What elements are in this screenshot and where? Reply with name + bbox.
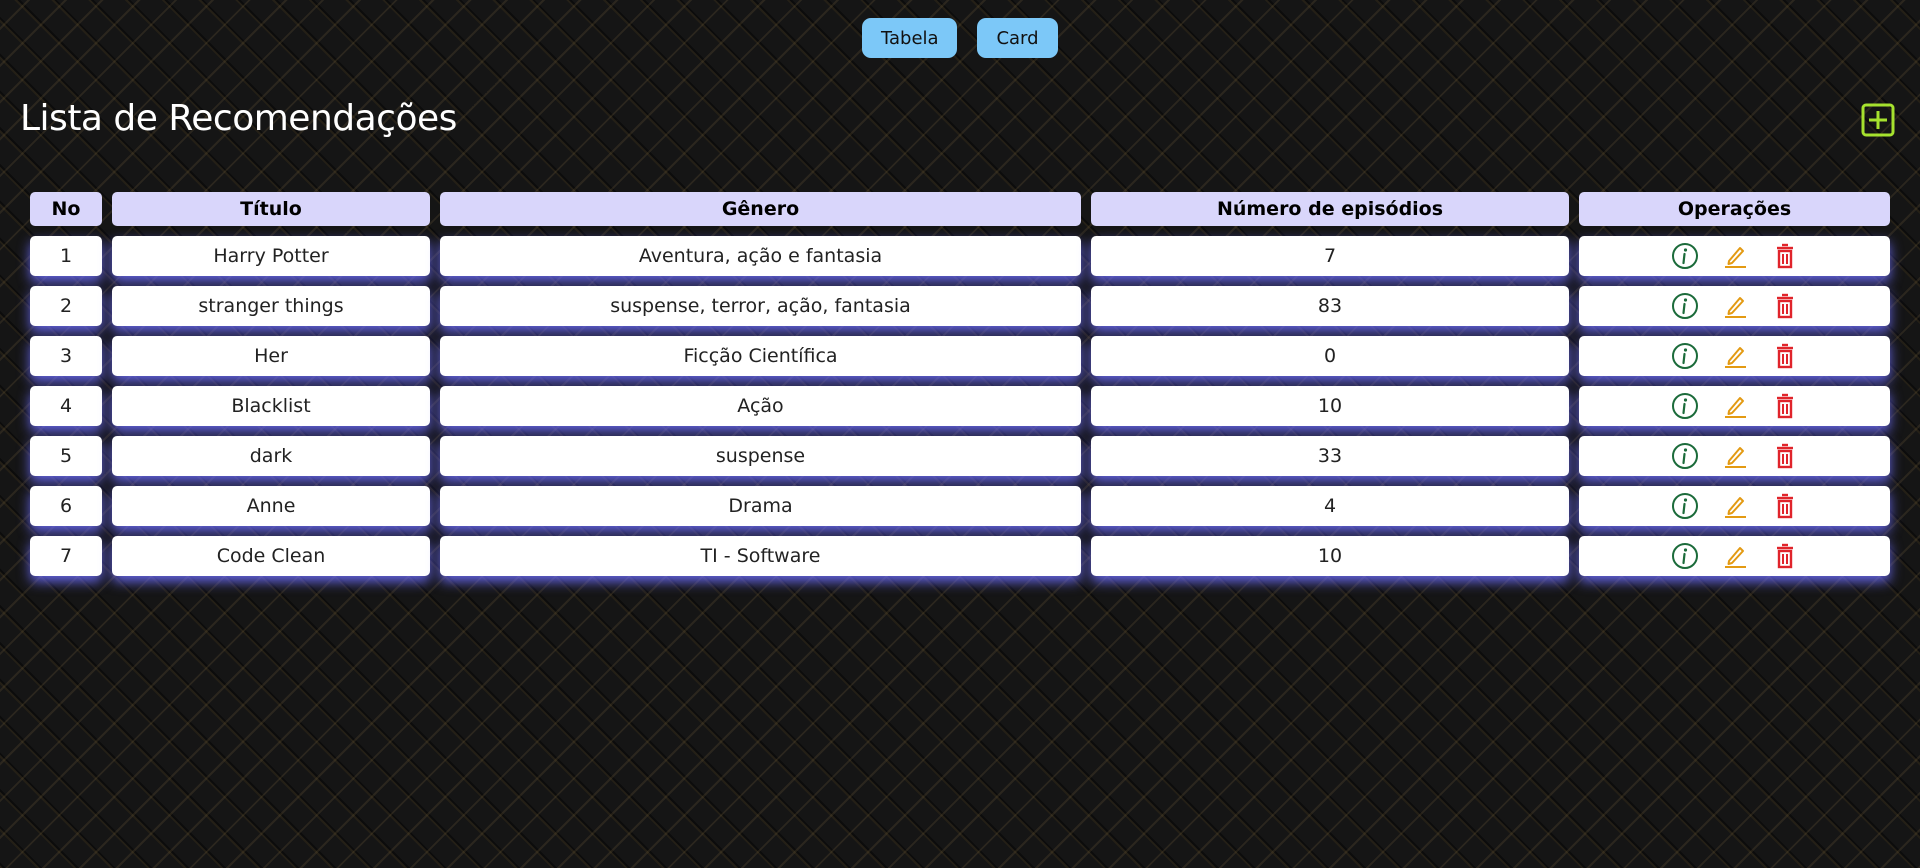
cell-no: 2 [30,286,102,326]
table-row: 7 Code Clean TI - Software 10 [30,536,1890,576]
recommendations-table: No Título Gênero Número de episódios Ope… [30,192,1890,586]
table-row: 4 Blacklist Ação 10 [30,386,1890,426]
table-row: 1 Harry Potter Aventura, ação e fantasia 7 [30,236,1890,276]
cell-genero: suspense [440,436,1081,476]
cell-titulo: Anne [112,486,430,526]
trash-icon[interactable] [1771,342,1799,370]
trash-icon[interactable] [1771,542,1799,570]
plus-square-icon [1861,103,1895,137]
cell-operacoes [1579,486,1890,526]
trash-icon[interactable] [1771,492,1799,520]
info-circle-icon[interactable] [1671,442,1699,470]
cell-genero: suspense, terror, ação, fantasia [440,286,1081,326]
header-no: No [30,192,102,226]
cell-titulo: Blacklist [112,386,430,426]
header-genero: Gênero [440,192,1081,226]
pencil-icon[interactable] [1721,292,1749,320]
table-row: 5 dark suspense 33 [30,436,1890,476]
cell-genero: TI - Software [440,536,1081,576]
cell-operacoes [1579,286,1890,326]
pencil-icon[interactable] [1721,492,1749,520]
info-circle-icon[interactable] [1671,242,1699,270]
cell-no: 6 [30,486,102,526]
trash-icon[interactable] [1771,392,1799,420]
trash-icon[interactable] [1771,442,1799,470]
cell-episodios: 33 [1091,436,1569,476]
header-titulo: Título [112,192,430,226]
cell-titulo: dark [112,436,430,476]
info-circle-icon[interactable] [1671,292,1699,320]
cell-episodios: 0 [1091,336,1569,376]
cell-titulo: Her [112,336,430,376]
cell-operacoes [1579,436,1890,476]
tabela-view-button[interactable]: Tabela [862,18,957,58]
add-recommendation-button[interactable] [1861,103,1895,137]
info-circle-icon[interactable] [1671,492,1699,520]
cell-episodios: 83 [1091,286,1569,326]
cell-operacoes [1579,536,1890,576]
cell-titulo: Code Clean [112,536,430,576]
trash-icon[interactable] [1771,292,1799,320]
cell-operacoes [1579,236,1890,276]
pencil-icon[interactable] [1721,442,1749,470]
pencil-icon[interactable] [1721,242,1749,270]
cell-no: 5 [30,436,102,476]
header-episodios: Número de episódios [1091,192,1569,226]
cell-genero: Drama [440,486,1081,526]
card-view-button[interactable]: Card [977,18,1058,58]
pencil-icon[interactable] [1721,342,1749,370]
cell-operacoes [1579,386,1890,426]
table-body: 1 Harry Potter Aventura, ação e fantasia 7 2… [30,236,1890,576]
table-row: 6 Anne Drama 4 [30,486,1890,526]
table-row: 3 Her Ficção Científica 0 [30,336,1890,376]
info-circle-icon[interactable] [1671,542,1699,570]
cell-episodios: 4 [1091,486,1569,526]
pencil-icon[interactable] [1721,392,1749,420]
table-header: No Título Gênero Número de episódios Ope… [30,192,1890,226]
cell-no: 3 [30,336,102,376]
trash-icon[interactable] [1771,242,1799,270]
cell-episodios: 10 [1091,536,1569,576]
pencil-icon[interactable] [1721,542,1749,570]
cell-genero: Ação [440,386,1081,426]
info-circle-icon[interactable] [1671,342,1699,370]
info-circle-icon[interactable] [1671,392,1699,420]
cell-genero: Aventura, ação e fantasia [440,236,1081,276]
cell-operacoes [1579,336,1890,376]
cell-no: 4 [30,386,102,426]
cell-no: 7 [30,536,102,576]
cell-titulo: Harry Potter [112,236,430,276]
cell-episodios: 10 [1091,386,1569,426]
cell-episodios: 7 [1091,236,1569,276]
cell-titulo: stranger things [112,286,430,326]
view-toggle: Tabela Card [0,18,1920,58]
cell-no: 1 [30,236,102,276]
cell-genero: Ficção Científica [440,336,1081,376]
table-row: 2 stranger things suspense, terror, ação, … [30,286,1890,326]
header-operacoes: Operações [1579,192,1890,226]
page-title: Lista de Recomendações [20,98,457,139]
